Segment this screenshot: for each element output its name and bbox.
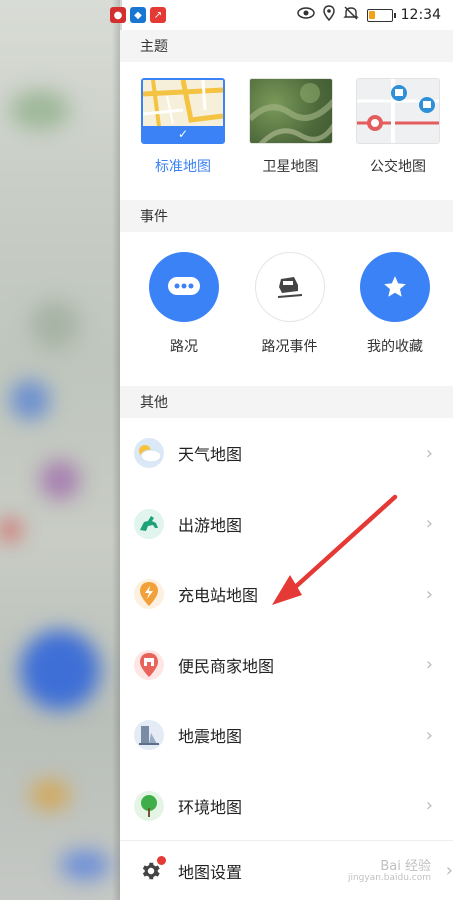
status-left-icons: ● ◆ ↗	[110, 7, 166, 23]
chat-bubble-icon	[149, 252, 219, 322]
notification-dot	[157, 855, 166, 865]
section-header-theme: 主题	[120, 30, 453, 62]
clock-time: 12:34	[400, 7, 441, 23]
list-item-label: 充电站地图	[178, 586, 259, 606]
event-my-favorites[interactable]: 我的收藏	[349, 252, 441, 362]
charging-icon	[134, 579, 164, 610]
selected-check-icon: ✓	[143, 126, 223, 142]
chart-icon: ↗	[150, 7, 166, 23]
car-accident-icon	[254, 252, 325, 322]
eye-icon	[296, 6, 315, 24]
list-item-label: 环境地图	[178, 797, 243, 817]
event-traffic[interactable]: 路况	[138, 252, 230, 362]
theme-row: ✓ 标准地图 卫星地图 公交地图	[120, 62, 453, 200]
chevron-right-icon: ›	[425, 724, 433, 746]
theme-satellite-map[interactable]: 卫星地图	[248, 78, 334, 182]
event-label: 路况	[170, 339, 198, 355]
star-icon	[360, 252, 430, 322]
list-item-label: 地震地图	[178, 727, 243, 747]
chevron-right-icon: ›	[445, 860, 453, 881]
other-maps-list: 天气地图 › 出游地图 › 充电站地图 › 便民商家地图 › 地震地图 › 环境…	[120, 418, 453, 841]
list-item-label: 天气地图	[178, 445, 243, 465]
chevron-right-icon: ›	[425, 583, 433, 605]
tree-icon	[134, 790, 164, 821]
satellite-map-thumbnail	[248, 78, 333, 144]
event-traffic-incidents[interactable]: 路况事件	[244, 252, 336, 362]
status-right-icons: 12:34	[296, 5, 441, 25]
horse-icon	[134, 508, 164, 539]
gear-icon	[140, 855, 166, 882]
battery-fill	[368, 10, 375, 19]
shop-icon	[134, 649, 164, 680]
chevron-right-icon: ›	[425, 654, 433, 676]
theme-label: 标准地图	[155, 159, 211, 175]
watermark-sub: jingyan.baidu.com	[347, 873, 431, 884]
theme-label: 公交地图	[370, 159, 426, 175]
watermark-text: Bai 经验	[380, 858, 431, 874]
earthquake-icon	[134, 720, 164, 751]
theme-bus-map[interactable]: 公交地图	[355, 78, 441, 182]
satellite-map-preview	[249, 83, 332, 143]
section-header-events: 事件	[120, 200, 453, 232]
theme-label: 卫星地图	[262, 159, 319, 175]
list-item-label: 便民商家地图	[178, 656, 275, 676]
map-layers-panel: 主题 ✓ 标准地图 卫星地图 公交地图 事件 路况 路况事件 我的收藏 其他 天…	[120, 30, 453, 900]
event-row: 路况 路况事件 我的收藏	[120, 232, 453, 386]
chevron-right-icon: ›	[425, 795, 433, 817]
list-item-shop-map[interactable]: 便民商家地图 ›	[120, 630, 453, 701]
standard-map-thumbnail: ✓	[141, 78, 225, 144]
weather-icon	[134, 438, 164, 469]
list-item-weather-map[interactable]: 天气地图 ›	[120, 418, 453, 489]
chevron-right-icon: ›	[425, 513, 433, 535]
list-item-travel-map[interactable]: 出游地图 ›	[120, 489, 453, 560]
location-icon	[322, 5, 335, 25]
watermark: Bai 经验 jingyan.baidu.com	[347, 858, 431, 884]
shield-icon: ◆	[130, 7, 146, 23]
bus-map-thumbnail	[356, 78, 440, 144]
event-label: 路况事件	[261, 339, 318, 355]
list-item-label: 出游地图	[178, 515, 243, 535]
event-label: 我的收藏	[367, 339, 423, 355]
list-item-environment-map[interactable]: 环境地图 ›	[120, 771, 453, 842]
battery-icon	[366, 8, 396, 22]
list-item-charging-map[interactable]: 充电站地图 ›	[120, 559, 453, 630]
status-bar: ● ◆ ↗ 12:34	[0, 0, 453, 30]
mic-icon: ●	[110, 7, 126, 23]
map-background[interactable]	[0, 0, 120, 900]
bus-map-preview	[357, 79, 439, 143]
section-header-other: 其他	[120, 386, 453, 418]
mute-icon	[342, 5, 359, 25]
chevron-right-icon: ›	[425, 442, 433, 464]
list-item-earthquake-map[interactable]: 地震地图 ›	[120, 700, 453, 771]
theme-standard-map[interactable]: ✓ 标准地图	[140, 78, 226, 182]
